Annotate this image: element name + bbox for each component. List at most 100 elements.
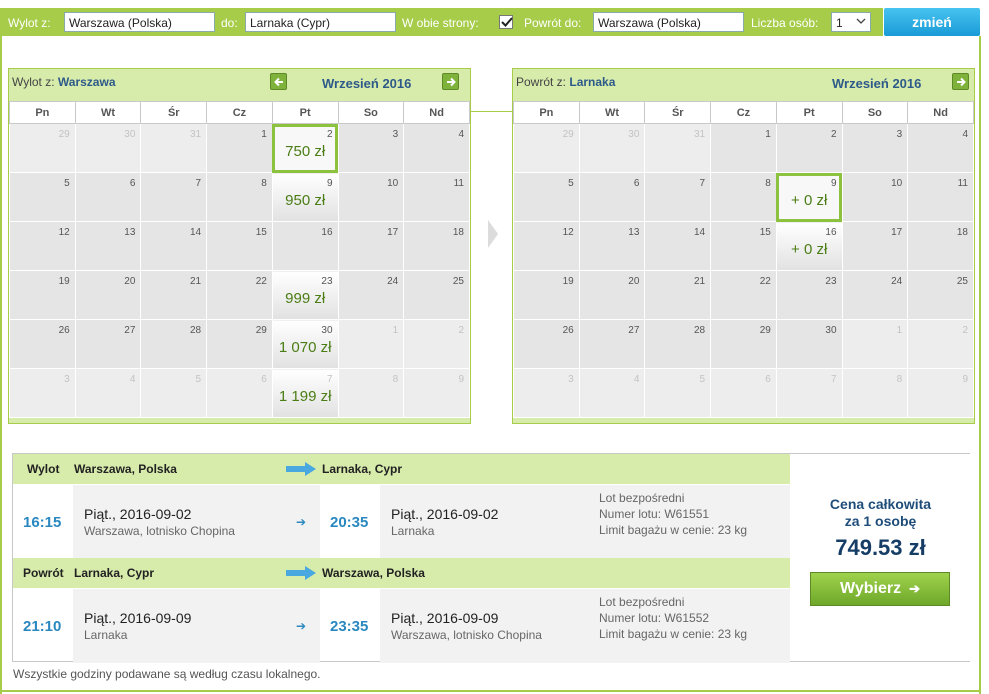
arrow-right-icon — [286, 462, 316, 476]
return-field[interactable]: Warszawa (Polska) — [593, 12, 744, 32]
flight-number: Numer lotu: W61552 — [599, 611, 710, 625]
calendar-day: 27 — [74, 319, 142, 369]
round-trip-checkbox[interactable] — [499, 15, 513, 29]
change-button[interactable]: zmień — [884, 8, 980, 36]
day-number: 30 — [321, 325, 333, 336]
departure-panel — [73, 589, 320, 663]
from-field[interactable]: Warszawa (Polska) — [64, 12, 215, 32]
calendar-day: 21 — [140, 270, 208, 320]
footnote: Wszystkie godziny podawane są według cza… — [13, 667, 321, 681]
weekday-header: Pt — [271, 101, 339, 124]
outbound-details: 16:15 Piąt., 2016-09-02 Warszawa, lotnis… — [13, 485, 790, 559]
day-number: 25 — [452, 276, 464, 287]
choose-button[interactable]: Wybierz ➔ — [810, 572, 950, 606]
calendar-day: 5 — [513, 172, 580, 222]
calendar-day: 20 — [578, 270, 646, 320]
calendar-day: 15 — [206, 221, 273, 271]
checkmark-icon — [501, 17, 513, 27]
return-from: Larnaka, Cypr — [74, 566, 155, 580]
weekday-header: Cz — [206, 101, 273, 124]
calendar-day: 4 — [578, 368, 646, 418]
calendar-day: 17 — [337, 221, 405, 271]
persons-select[interactable]: 1 — [831, 12, 871, 32]
arrow-right-icon — [286, 566, 316, 580]
day-number: 25 — [956, 276, 968, 287]
calendar-day-with-price[interactable]: 16 + 0 zł — [775, 221, 843, 271]
calendar-title: Wylot z: Warszawa — [12, 75, 116, 89]
day-price: 950 zł — [285, 192, 326, 209]
calendar-day: 26 — [513, 319, 580, 369]
price-label: Cena całkowita za 1 osobę — [791, 496, 970, 530]
calendar-day: 30 — [74, 123, 142, 173]
outbound-calendar: Wylot z: Warszawa Wrzesień 2016 Pn Wt Śr Cz… — [8, 68, 471, 424]
day-number: 19 — [562, 276, 574, 287]
persons-label: Liczba osób: — [751, 16, 819, 30]
day-number: 21 — [189, 276, 202, 287]
arrow-right-icon: ➔ — [909, 581, 920, 596]
calendar-week-row: 19 20 21 22 23 999 zł 24 25 — [9, 270, 470, 320]
weekday-header: Śr — [644, 101, 712, 124]
calendar-day: 8 — [841, 368, 909, 418]
day-number: 1 — [896, 325, 903, 336]
calendar-day: 7 — [140, 172, 208, 222]
return-label: Powrót do: — [524, 16, 582, 30]
calendar-day: 11 — [403, 172, 470, 222]
flight-info: Lot bezpośredni Numer lotu: W61552 Limit… — [599, 594, 747, 642]
day-number: 1 — [392, 325, 399, 336]
next-month-button[interactable] — [952, 73, 969, 90]
calendar-title: Powrót z: Larnaka — [516, 75, 615, 89]
flight-type: Lot bezpośredni — [599, 491, 685, 505]
calendar-day: 28 — [140, 319, 208, 369]
calendar-day-with-price[interactable]: 23 999 zł — [271, 270, 339, 320]
calendar-title-city: Warszawa — [57, 75, 116, 89]
calendar-day: 7 — [644, 172, 712, 222]
day-price: 1 070 zł — [278, 339, 332, 356]
day-number: 3 — [896, 129, 903, 140]
day-number: 16 — [321, 227, 333, 238]
arrow-right-icon — [488, 220, 498, 248]
arrow-right-icon — [957, 77, 966, 87]
day-number: 29 — [58, 129, 70, 140]
calendar-grid: Pn Wt Śr Cz Pt So Nd 29 30 31 1 2 3 4 5 6 7 8 9 + 0 zł 10 11 1… — [513, 101, 974, 418]
calendar-day-with-price[interactable]: 9 + 0 zł — [775, 172, 843, 222]
day-number: 9 — [458, 374, 464, 385]
weekday-header: Nd — [907, 101, 974, 124]
price-panel: Cena całkowita za 1 osobę 749.53 zł Wybi… — [791, 454, 970, 661]
arrival-day: Piąt., 2016-09-09 — [391, 610, 499, 626]
calendar-day: 6 — [74, 172, 142, 222]
weekday-header: Pt — [775, 101, 843, 124]
calendar-month: Wrzesień 2016 — [322, 76, 412, 91]
day-number: 7 — [195, 178, 202, 189]
calendar-day: 27 — [578, 319, 646, 369]
calendar-day: 15 — [710, 221, 777, 271]
calendar-day-with-price[interactable]: 30 1 070 zł — [271, 319, 339, 369]
calendar-day: 29 — [206, 319, 273, 369]
day-number: 30 — [124, 129, 136, 140]
day-number: 15 — [759, 227, 771, 238]
calendar-day: 29 — [710, 319, 777, 369]
prev-month-button[interactable] — [270, 73, 287, 90]
calendar-day: 2 — [403, 319, 470, 369]
calendar-day: 20 — [74, 270, 142, 320]
weekday-header: Wt — [578, 101, 646, 124]
calendar-day: 3 — [513, 368, 580, 418]
day-number: 19 — [58, 276, 70, 287]
calendar-day-with-price[interactable]: 9 950 zł — [271, 172, 339, 222]
day-number: 29 — [562, 129, 574, 140]
day-number: 20 — [124, 276, 136, 287]
day-number: 4 — [458, 129, 464, 140]
calendar-day: 4 — [907, 123, 974, 173]
day-number: 27 — [124, 325, 136, 336]
calendar-day: 6 — [578, 172, 646, 222]
next-month-button[interactable] — [442, 73, 459, 90]
to-field[interactable]: Larnaka (Cypr) — [245, 12, 396, 32]
calendar-day-with-price[interactable]: 7 1 199 zł — [271, 368, 339, 418]
calendar-day: 13 — [74, 221, 142, 271]
calendar-day: 5 — [644, 368, 712, 418]
calendar-week-row: 5 6 7 8 9 + 0 zł 10 11 — [513, 172, 974, 222]
day-number: 17 — [891, 227, 903, 238]
calendar-day-with-price[interactable]: 2 750 zł — [271, 123, 339, 173]
weekday-header: Śr — [140, 101, 208, 124]
return-header: Powrót Larnaka, Cypr Warszawa, Polska — [13, 558, 790, 588]
calendar-week-row: 12 13 14 15 16 + 0 zł 17 18 — [513, 221, 974, 271]
